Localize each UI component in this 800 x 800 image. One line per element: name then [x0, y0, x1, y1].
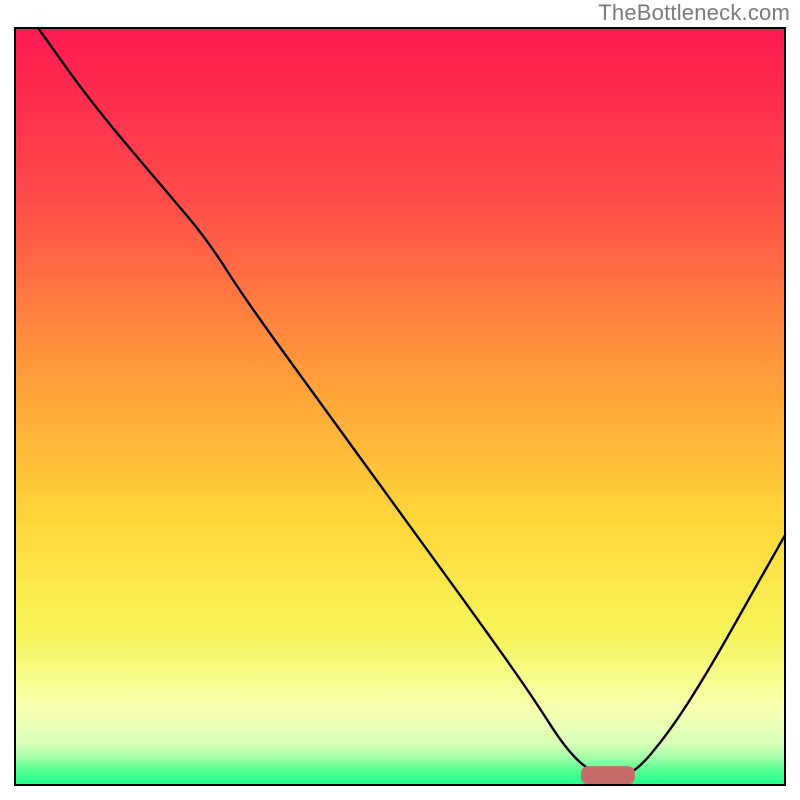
plot-background [15, 28, 785, 785]
bottleneck-chart [0, 0, 800, 800]
optimal-range-marker [581, 766, 635, 784]
chart-container: TheBottleneck.com [0, 0, 800, 800]
